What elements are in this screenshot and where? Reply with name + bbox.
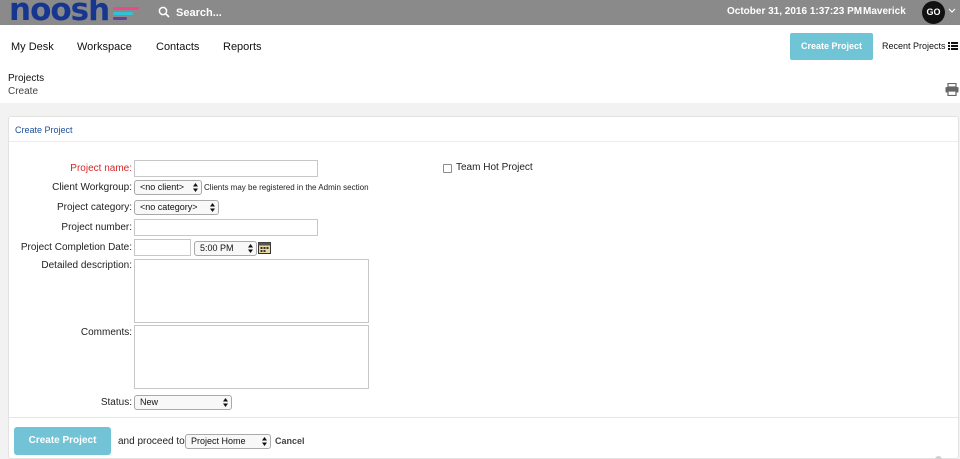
detailed-description-label: Detailed description: — [41, 260, 132, 271]
completion-time-value: 5:00 PM — [200, 243, 234, 253]
completion-date-label: Project Completion Date: — [20, 242, 132, 253]
print-icon[interactable] — [945, 83, 959, 96]
team-hot-checkbox[interactable] — [443, 164, 452, 173]
status-label: Status: — [100, 397, 132, 408]
select-arrows-icon — [262, 437, 267, 446]
breadcrumb-current-page: Create — [8, 86, 39, 97]
project-category-select[interactable]: <no category> — [134, 200, 219, 215]
divider — [9, 141, 958, 142]
client-workgroup-value: <no client> — [140, 182, 185, 192]
nav-workspace[interactable]: Workspace — [77, 41, 132, 53]
search-input[interactable] — [176, 5, 336, 20]
select-arrows-icon — [223, 398, 228, 407]
proceed-to-text: and proceed to — [118, 436, 185, 447]
client-workgroup-select[interactable]: <no client> — [134, 180, 202, 195]
client-workgroup-label: Client Workgroup: — [52, 182, 132, 193]
project-number-label: Project number: — [61, 222, 132, 233]
chevron-down-icon[interactable] — [948, 6, 956, 16]
noosh-logo[interactable]: noosh — [9, 0, 110, 26]
breadcrumb-section[interactable]: Projects — [8, 73, 44, 84]
list-icon[interactable] — [948, 42, 958, 50]
proceed-to-select[interactable]: Project Home — [185, 434, 271, 449]
completion-time-select[interactable]: 5:00 PM — [194, 241, 257, 256]
detailed-description-textarea[interactable] — [134, 259, 369, 323]
divider — [9, 417, 958, 418]
nav-my-desk[interactable]: My Desk — [11, 41, 54, 53]
breadcrumb: Projects Create — [0, 69, 960, 103]
select-arrows-icon — [210, 203, 215, 212]
user-name[interactable]: Maverick — [863, 6, 906, 17]
project-name-label: Project name: — [70, 163, 132, 174]
comments-textarea[interactable] — [134, 325, 369, 389]
top-bar: noosh October 31, 2016 1:37:23 PM Maveri… — [0, 0, 960, 26]
cancel-link[interactable]: Cancel — [275, 436, 305, 446]
main-nav: My Desk Workspace Contacts Reports Creat… — [0, 25, 960, 69]
project-number-input[interactable] — [134, 219, 318, 236]
recent-projects-link[interactable]: Recent Projects — [882, 41, 946, 51]
search-icon[interactable] — [158, 6, 170, 18]
avatar[interactable]: GO — [922, 1, 945, 24]
panel-title: Create Project — [15, 125, 73, 135]
completion-date-input[interactable] — [134, 239, 191, 256]
nav-reports[interactable]: Reports — [223, 41, 262, 53]
client-workgroup-hint: Clients may be registered in the Admin s… — [204, 183, 369, 192]
create-project-header-button[interactable]: Create Project — [790, 33, 873, 60]
project-category-label: Project category: — [56, 202, 132, 213]
logo-mark-icon — [113, 7, 139, 21]
calendar-icon[interactable] — [258, 241, 271, 254]
team-hot-label: Team Hot Project — [456, 162, 533, 173]
comments-label: Comments: — [80, 327, 132, 338]
select-arrows-icon — [248, 244, 253, 253]
nav-contacts[interactable]: Contacts — [156, 41, 199, 53]
current-datetime: October 31, 2016 1:37:23 PM — [727, 6, 863, 17]
project-category-value: <no category> — [140, 202, 198, 212]
create-project-panel: Create Project Project name: Team Hot Pr… — [8, 116, 959, 459]
status-value: New — [140, 397, 159, 407]
create-project-button[interactable]: Create Project — [14, 427, 111, 455]
status-select[interactable]: New — [134, 395, 232, 410]
proceed-to-value: Project Home — [191, 436, 246, 446]
project-name-input[interactable] — [134, 160, 318, 177]
select-arrows-icon — [193, 183, 198, 192]
